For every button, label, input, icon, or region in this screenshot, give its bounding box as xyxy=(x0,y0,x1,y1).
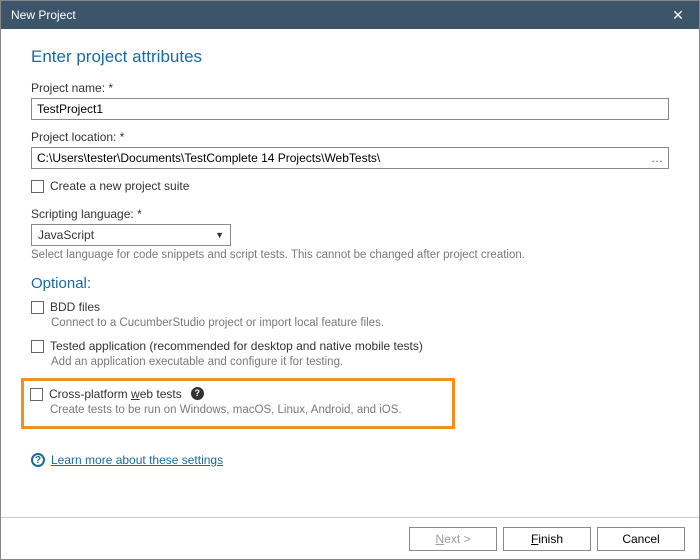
learn-more-link[interactable]: Learn more about these settings xyxy=(51,453,223,467)
cross-platform-highlight: Cross-platform web tests ? Create tests … xyxy=(21,378,455,429)
scripting-language-label: Scripting language: * xyxy=(31,207,669,221)
cross-platform-label: Cross-platform web tests xyxy=(49,387,182,401)
create-suite-label: Create a new project suite xyxy=(50,179,189,193)
attributes-heading: Enter project attributes xyxy=(31,47,669,67)
titlebar: New Project ✕ xyxy=(1,1,699,29)
new-project-dialog: New Project ✕ Enter project attributes P… xyxy=(0,0,700,560)
finish-button[interactable]: Finish xyxy=(503,527,591,551)
dialog-content: Enter project attributes Project name: *… xyxy=(1,29,699,517)
optional-heading: Optional: xyxy=(31,275,669,292)
scripting-language-hint: Select language for code snippets and sc… xyxy=(31,249,669,261)
cross-platform-checkbox[interactable] xyxy=(30,388,43,401)
chevron-down-icon: ▼ xyxy=(215,230,224,240)
cross-platform-desc: Create tests to be run on Windows, macOS… xyxy=(50,404,442,416)
bdd-files-desc: Connect to a CucumberStudio project or i… xyxy=(51,317,669,329)
create-suite-checkbox[interactable] xyxy=(31,180,44,193)
project-name-label: Project name: * xyxy=(31,81,669,95)
project-location-label: Project location: * xyxy=(31,130,669,144)
dialog-footer: Next > Finish Cancel xyxy=(1,517,699,559)
help-icon[interactable]: ? xyxy=(191,387,204,400)
scripting-language-select[interactable]: JavaScript ▼ xyxy=(31,224,231,246)
bdd-files-checkbox[interactable] xyxy=(31,301,44,314)
tested-app-label: Tested application (recommended for desk… xyxy=(50,339,423,353)
tested-app-desc: Add an application executable and config… xyxy=(51,356,669,368)
project-name-input[interactable] xyxy=(31,98,669,120)
tested-app-checkbox[interactable] xyxy=(31,340,44,353)
window-title: New Project xyxy=(11,8,76,22)
close-icon[interactable]: ✕ xyxy=(665,1,691,29)
info-icon: ? xyxy=(31,453,45,467)
bdd-files-label: BDD files xyxy=(50,300,100,314)
browse-location-button[interactable]: … xyxy=(651,147,664,169)
cancel-button[interactable]: Cancel xyxy=(597,527,685,551)
next-button: Next > xyxy=(409,527,497,551)
project-location-input[interactable] xyxy=(31,147,669,169)
scripting-language-value: JavaScript xyxy=(38,228,94,242)
